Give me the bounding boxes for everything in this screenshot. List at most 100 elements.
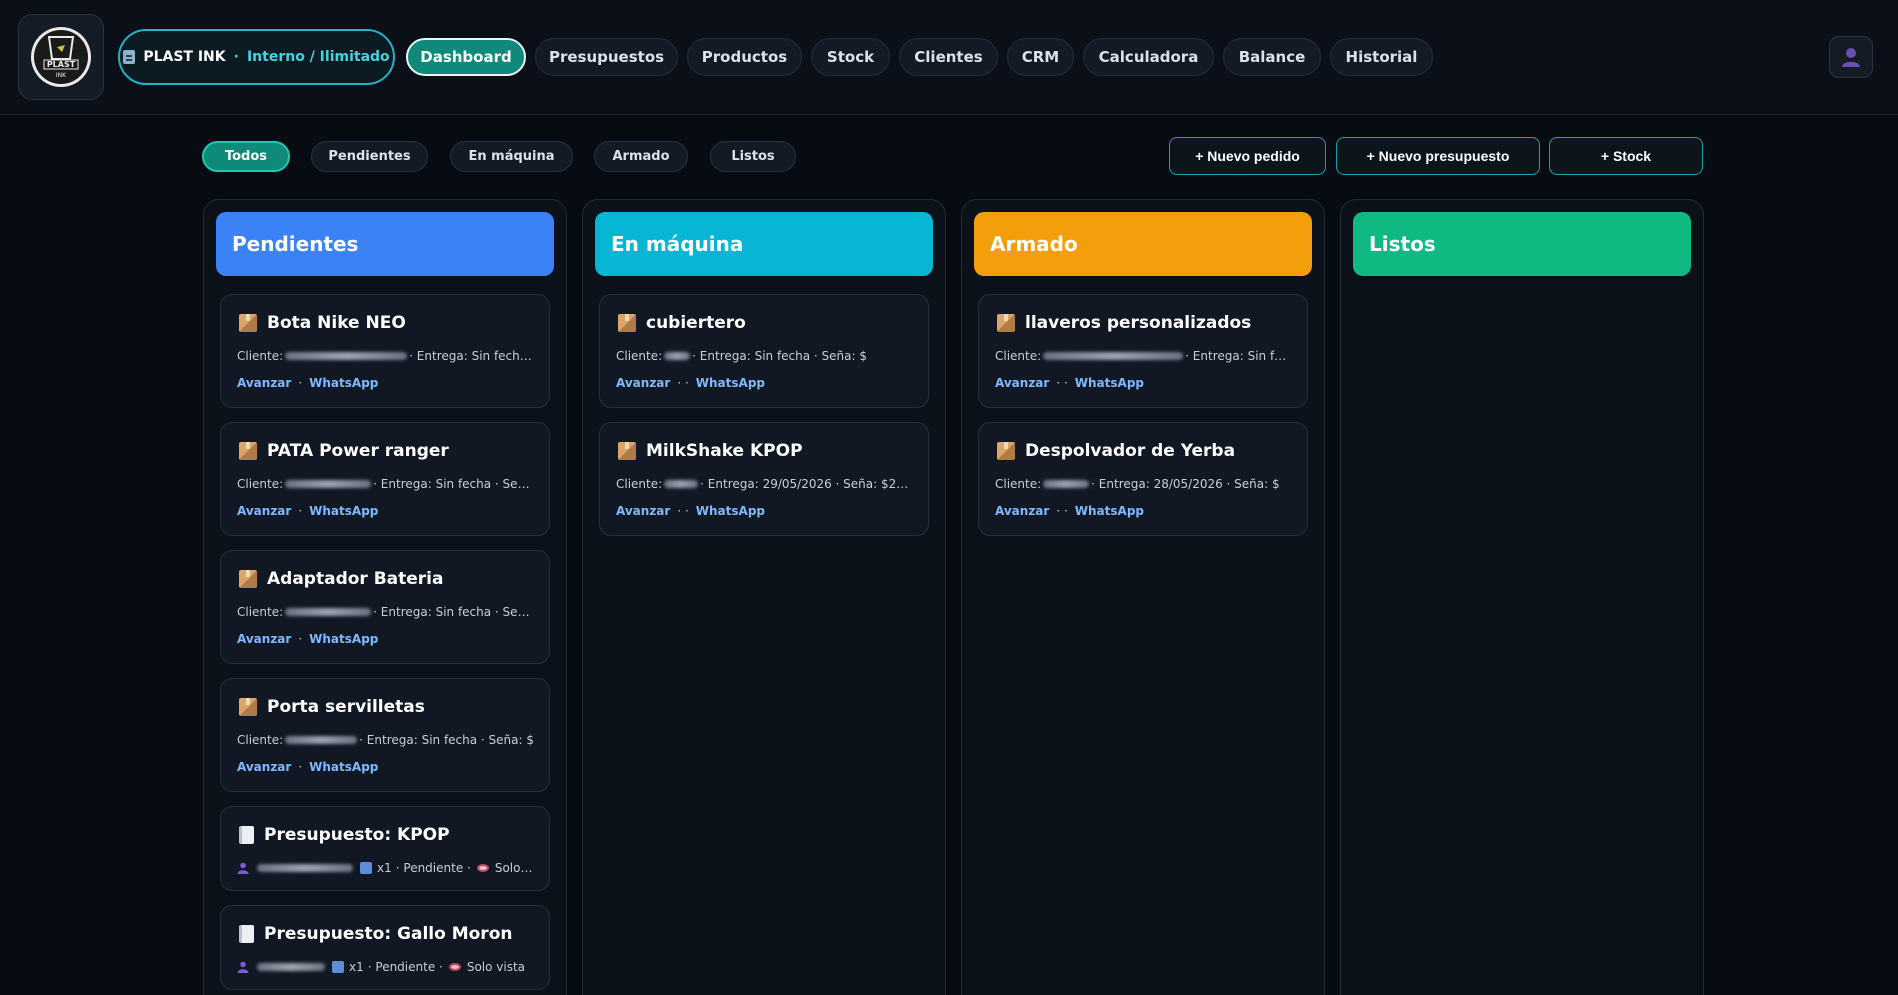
advance-link[interactable]: Avanzar	[995, 504, 1049, 518]
package-icon	[239, 698, 257, 716]
client-label: Cliente:	[995, 477, 1042, 491]
nav-crm[interactable]: CRM	[1007, 38, 1074, 76]
nav-balance[interactable]: Balance	[1223, 38, 1321, 76]
client-name-redacted	[664, 352, 691, 360]
advance-link[interactable]: Avanzar	[237, 504, 291, 518]
advance-link[interactable]: Avanzar	[237, 632, 291, 646]
person-icon	[237, 961, 249, 973]
package-icon	[239, 314, 257, 332]
order-card[interactable]: MilkShake KPOP Cliente: · Entrega: 29/05/…	[599, 422, 929, 536]
whatsapp-link[interactable]: WhatsApp	[1075, 376, 1144, 390]
whatsapp-link[interactable]: WhatsApp	[696, 376, 765, 390]
order-card[interactable]: Adaptador Bateria Cliente: · Entrega: Sin…	[220, 550, 550, 664]
new-order-button[interactable]: + Nuevo pedido	[1169, 137, 1326, 175]
whatsapp-link[interactable]: WhatsApp	[1075, 504, 1144, 518]
advance-link[interactable]: Avanzar	[616, 504, 670, 518]
separator: ·	[298, 632, 303, 646]
column-header: Listos	[1353, 212, 1691, 276]
advance-link[interactable]: Avanzar	[237, 760, 291, 774]
client-name-redacted	[257, 864, 353, 872]
document-icon	[239, 826, 254, 844]
package-icon	[618, 314, 636, 332]
user-avatar[interactable]	[1829, 36, 1873, 78]
client-label: Cliente:	[995, 349, 1042, 363]
whatsapp-link[interactable]: WhatsApp	[309, 504, 378, 518]
column-pendientes: Pendientes Bota Nike NEO Cliente: · Entre…	[203, 199, 567, 995]
add-stock-button[interactable]: + Stock	[1549, 137, 1703, 175]
column-armado: Armado llaveros personalizados Cliente: ·…	[961, 199, 1325, 995]
filter-en-maquina[interactable]: En máquina	[450, 141, 573, 172]
quantity-icon	[332, 961, 344, 973]
client-name-redacted	[285, 352, 408, 360]
nav-stock[interactable]: Stock	[811, 38, 890, 76]
new-quote-button[interactable]: + Nuevo presupuesto	[1336, 137, 1540, 175]
card-meta: · Entrega: 28/05/2026 · Seña: $	[1091, 477, 1280, 491]
card-title: Adaptador Bateria	[267, 569, 444, 589]
column-listos: Listos	[1340, 199, 1704, 995]
whatsapp-link[interactable]: WhatsApp	[309, 760, 378, 774]
card-title: llaveros personalizados	[1025, 313, 1252, 333]
order-card[interactable]: Bota Nike NEO Cliente: · Entrega: Sin fec…	[220, 294, 550, 408]
separator: · ·	[677, 376, 689, 390]
filter-todos[interactable]: Todos	[202, 141, 290, 172]
nav-dashboard[interactable]: Dashboard	[406, 38, 526, 76]
quote-card[interactable]: Presupuesto: Gallo Moron x1 · Pendiente …	[220, 905, 550, 990]
brand-name: PLAST INK	[143, 49, 226, 65]
quote-qty: x1	[349, 960, 364, 974]
card-meta: · Entrega: Sin fecha · Seña: $	[373, 477, 535, 491]
separator: · ·	[677, 504, 689, 518]
nav-presupuestos[interactable]: Presupuestos	[535, 38, 678, 76]
package-icon	[997, 442, 1015, 460]
client-name-redacted	[1043, 352, 1184, 360]
order-card[interactable]: cubiertero Cliente: · Entrega: Sin fecha …	[599, 294, 929, 408]
client-label: Cliente:	[237, 733, 284, 747]
client-name-redacted	[257, 963, 325, 971]
client-label: Cliente:	[237, 349, 284, 363]
whatsapp-link[interactable]: WhatsApp	[696, 504, 765, 518]
filter-listos[interactable]: Listos	[710, 141, 796, 172]
column-en-maquina: En máquina cubiertero Cliente: · Entrega:…	[582, 199, 946, 995]
order-card[interactable]: Porta servilletas Cliente: · Entrega: Sin…	[220, 678, 550, 792]
order-card[interactable]: llaveros personalizados Cliente: · Entreg…	[978, 294, 1308, 408]
workspace-selector[interactable]: PLAST INK · Interno / Ilimitado	[118, 29, 395, 85]
filter-pendientes[interactable]: Pendientes	[311, 141, 428, 172]
user-icon	[1842, 48, 1860, 67]
brand-logo[interactable]: PLAST INK	[18, 14, 104, 100]
quote-visibility: Solo vista	[494, 861, 535, 875]
nav-productos[interactable]: Productos	[687, 38, 802, 76]
package-icon	[618, 442, 636, 460]
advance-link[interactable]: Avanzar	[995, 376, 1049, 390]
filter-armado[interactable]: Armado	[594, 141, 688, 172]
person-icon	[237, 862, 249, 874]
cup-logo-icon: PLAST INK	[31, 27, 91, 87]
client-label: Cliente:	[237, 477, 284, 491]
quote-card[interactable]: Presupuesto: KPOP x1 · Pendiente · Solo …	[220, 806, 550, 891]
brand-subtitle: Interno / Ilimitado	[246, 49, 390, 65]
column-header: Pendientes	[216, 212, 554, 276]
package-icon	[239, 570, 257, 588]
package-icon	[997, 314, 1015, 332]
nav-clientes[interactable]: Clientes	[899, 38, 998, 76]
separator: ·	[298, 504, 303, 518]
order-card[interactable]: PATA Power ranger Cliente: · Entrega: Sin…	[220, 422, 550, 536]
eye-icon	[476, 864, 489, 872]
advance-link[interactable]: Avanzar	[616, 376, 670, 390]
separator: · ·	[1056, 504, 1068, 518]
top-bar: PLAST INK PLAST INK · Interno / Ilimitad…	[0, 0, 1898, 115]
card-meta: · Entrega: Sin fecha · Seña: $	[1185, 349, 1293, 363]
whatsapp-link[interactable]: WhatsApp	[309, 632, 378, 646]
card-title: PATA Power ranger	[267, 441, 449, 461]
eye-icon	[448, 963, 461, 971]
quote-status: · Pendiente ·	[367, 960, 443, 974]
advance-link[interactable]: Avanzar	[237, 376, 291, 390]
nav-calculadora[interactable]: Calculadora	[1083, 38, 1214, 76]
nav-historial[interactable]: Historial	[1330, 38, 1433, 76]
whatsapp-link[interactable]: WhatsApp	[309, 376, 378, 390]
card-meta: · Entrega: Sin fecha · Seña: $	[409, 349, 535, 363]
order-card[interactable]: Despolvador de Yerba Cliente: · Entrega: …	[978, 422, 1308, 536]
card-title: Presupuesto: Gallo Moron	[264, 924, 513, 944]
card-title: cubiertero	[646, 313, 746, 333]
separator: ·	[298, 376, 303, 390]
column-header: Armado	[974, 212, 1312, 276]
card-title: Bota Nike NEO	[267, 313, 406, 333]
